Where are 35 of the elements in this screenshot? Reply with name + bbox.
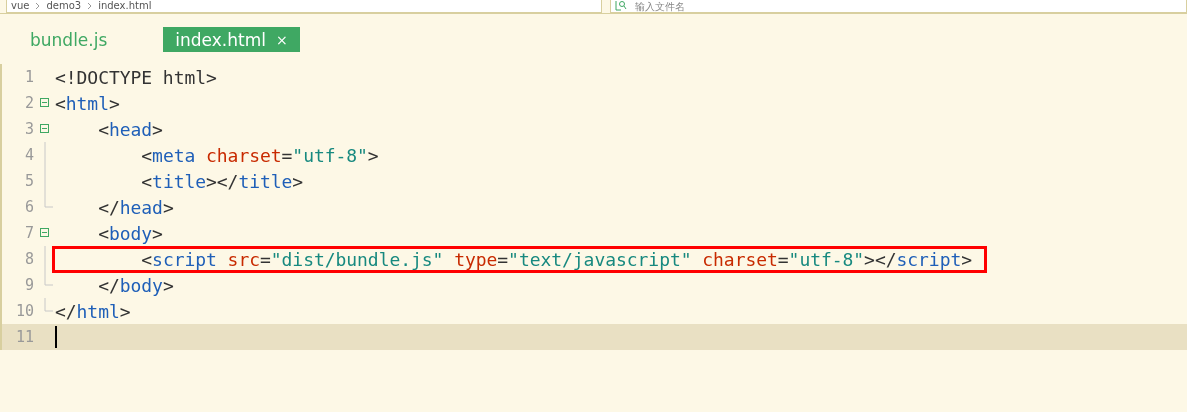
code-line: <!DOCTYPE html>: [55, 65, 218, 90]
line-number: 8: [23, 250, 34, 268]
line-number: 4: [23, 146, 34, 164]
line-number: 5: [23, 172, 34, 190]
line-number: 6: [23, 198, 34, 216]
fold-icon[interactable]: [40, 228, 49, 237]
code-line: </body>: [97, 273, 175, 298]
breadcrumb-item[interactable]: demo3: [46, 0, 82, 12]
fold-icon[interactable]: [40, 124, 49, 133]
fold-end-line: [43, 272, 54, 286]
breadcrumb-item[interactable]: index.html: [98, 0, 152, 12]
code-line: <meta charset="utf-8">: [140, 143, 380, 168]
fold-end-line: [43, 298, 54, 312]
line-number: 10: [14, 302, 34, 320]
breadcrumb-item[interactable]: vue: [11, 0, 30, 12]
search-bar[interactable]: 输入文件名: [610, 0, 1187, 13]
code-line: <html>: [55, 91, 121, 116]
chevron-icon: [35, 2, 41, 10]
search-icon: [615, 1, 627, 11]
line-number: 2: [23, 94, 34, 112]
line-number: 7: [23, 224, 34, 242]
line-number: 9: [23, 276, 34, 294]
fold-icon[interactable]: [40, 98, 49, 107]
code-line: <head>: [97, 117, 164, 142]
line-number: 11: [14, 328, 34, 346]
code-line: <body>: [97, 221, 164, 246]
fold-end-line: [43, 194, 54, 208]
chevron-icon: [87, 2, 93, 10]
code-line: </head>: [97, 195, 175, 220]
line-number: 1: [23, 68, 34, 86]
search-input[interactable]: 输入文件名: [635, 0, 835, 12]
code-line: </html>: [55, 299, 132, 324]
text-cursor: [55, 326, 57, 348]
code-line: <title></title>: [140, 169, 305, 194]
line-number: 3: [23, 120, 34, 138]
